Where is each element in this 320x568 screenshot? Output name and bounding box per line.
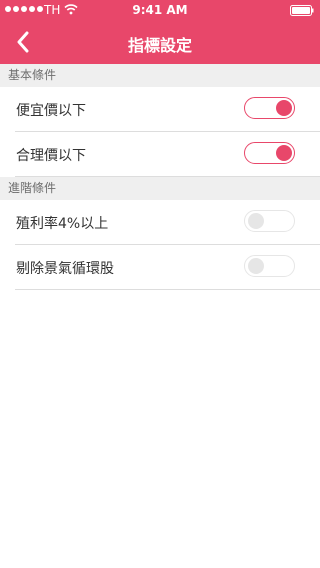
page-title: 指標設定 [127, 36, 192, 55]
toggle-switch-dividend-yield[interactable] [244, 210, 295, 232]
battery-icon [290, 5, 314, 16]
list-item-label: 剔除景氣循環股 [16, 261, 114, 277]
nav-bar: 指標設定 [0, 20, 320, 64]
section-header-basic: 基本條件 [0, 64, 320, 87]
list-item-exclude-cyclical: 剔除景氣循環股 [15, 245, 320, 290]
list-item-fair-price: 合理價以下 [15, 132, 320, 177]
toggle-switch-cheap-price[interactable] [244, 97, 295, 119]
toggle-knob [276, 145, 292, 161]
section-header-advanced: 進階條件 [0, 177, 320, 200]
toggle-knob [248, 258, 264, 274]
toggle-switch-fair-price[interactable] [244, 142, 295, 164]
status-time: 9:41 AM [132, 3, 188, 17]
screen: TH 9:41 AM 指標設定 基本條件 便宜價以下 合理價以下 進階條件 殖利… [0, 0, 320, 568]
status-bar: TH 9:41 AM [0, 0, 320, 20]
toggle-switch-exclude-cyclical[interactable] [244, 255, 295, 277]
list-item-dividend-yield: 殖利率4%以上 [15, 200, 320, 245]
toggle-knob [248, 213, 264, 229]
list-item-label: 殖利率4%以上 [16, 216, 109, 232]
header: TH 9:41 AM 指標設定 [0, 0, 320, 64]
list-item-label: 合理價以下 [16, 148, 86, 164]
toggle-knob [276, 100, 292, 116]
list-item-cheap-price: 便宜價以下 [15, 87, 320, 132]
list-item-label: 便宜價以下 [16, 103, 86, 119]
